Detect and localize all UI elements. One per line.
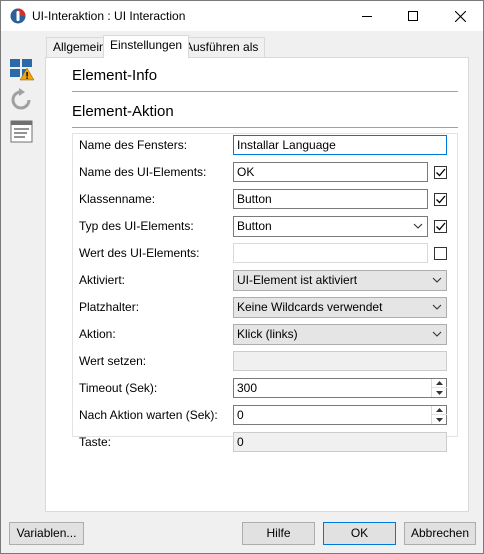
maximize-button[interactable] bbox=[390, 1, 436, 31]
variables-button[interactable]: Variablen... bbox=[9, 522, 84, 545]
tab-ausfuehren-als[interactable]: Ausführen als bbox=[178, 37, 266, 57]
ok-button[interactable]: OK bbox=[323, 522, 396, 545]
action-select[interactable]: Klick (links) bbox=[233, 324, 447, 345]
key-label: Taste: bbox=[79, 435, 112, 449]
minimize-icon bbox=[362, 16, 372, 17]
set-value-label: Wert setzen: bbox=[79, 354, 147, 368]
element-value-input[interactable] bbox=[233, 243, 428, 263]
placeholder-label: Platzhalter: bbox=[79, 300, 140, 314]
spin-down-button[interactable] bbox=[432, 415, 447, 424]
maximize-icon bbox=[408, 11, 418, 21]
settings-panel: Element-Info Element-Aktion Name des Fen… bbox=[45, 57, 469, 512]
action-label: Aktion: bbox=[79, 327, 116, 341]
window-name-label: Name des Fensters: bbox=[79, 138, 188, 152]
layout-warning-icon bbox=[10, 59, 35, 81]
wait-after-value: 0 bbox=[237, 408, 244, 422]
layout-warning-button[interactable] bbox=[9, 57, 35, 83]
chevron-down-icon bbox=[413, 223, 423, 229]
checkmark-icon bbox=[436, 222, 446, 231]
activated-label: Aktiviert: bbox=[79, 273, 126, 287]
wait-after-spinner[interactable]: 0 bbox=[233, 405, 447, 425]
title-bar: UI-Interaktion : UI Interaction bbox=[1, 1, 483, 31]
section-divider bbox=[72, 127, 458, 128]
key-input[interactable]: 0 bbox=[233, 432, 447, 452]
tab-label: Ausführen als bbox=[185, 40, 259, 54]
timeout-label: Timeout (Sek): bbox=[79, 381, 158, 395]
tab-label: Allgemein bbox=[53, 40, 106, 54]
element-value-label: Wert des UI-Elements: bbox=[79, 246, 200, 260]
element-type-label: Typ des UI-Elements: bbox=[79, 219, 194, 233]
chevron-down-icon bbox=[432, 304, 442, 310]
app-icon bbox=[10, 8, 26, 24]
list-view-icon bbox=[10, 120, 33, 143]
cancel-button[interactable]: Abbrechen bbox=[404, 522, 476, 545]
activated-value: UI-Element ist aktiviert bbox=[237, 273, 358, 287]
placeholder-select[interactable]: Keine Wildcards verwendet bbox=[233, 297, 447, 318]
element-type-select[interactable]: Button bbox=[233, 216, 428, 237]
element-value-checkbox[interactable] bbox=[434, 247, 447, 260]
set-value-input[interactable] bbox=[233, 351, 447, 371]
element-name-checkbox[interactable] bbox=[434, 166, 447, 179]
spin-up-icon bbox=[436, 381, 443, 385]
spinner-buttons bbox=[431, 406, 447, 424]
section-title-action: Element-Aktion bbox=[72, 103, 174, 120]
activated-select[interactable]: UI-Element ist aktiviert bbox=[233, 270, 447, 291]
spin-down-icon bbox=[436, 417, 443, 422]
section-divider bbox=[72, 91, 458, 92]
tab-einstellungen[interactable]: Einstellungen bbox=[103, 35, 190, 58]
checkmark-icon bbox=[436, 195, 446, 204]
checkmark-icon bbox=[436, 168, 446, 177]
dialog-window: UI-Interaktion : UI Interaction Allgemei… bbox=[0, 0, 484, 554]
spinner-buttons bbox=[431, 379, 447, 397]
window-title: UI-Interaktion : UI Interaction bbox=[32, 9, 186, 23]
class-name-input[interactable]: Button bbox=[233, 189, 428, 209]
close-button[interactable] bbox=[437, 1, 483, 31]
window-name-input[interactable]: Installar Language bbox=[233, 135, 447, 155]
wait-after-label: Nach Aktion warten (Sek): bbox=[79, 408, 218, 422]
class-name-label: Klassenname: bbox=[79, 192, 156, 206]
tab-label: Einstellungen bbox=[110, 38, 183, 52]
spin-down-button[interactable] bbox=[432, 388, 447, 397]
spin-up-button[interactable] bbox=[432, 406, 447, 415]
placeholder-value: Keine Wildcards verwendet bbox=[237, 300, 383, 314]
list-view-button[interactable] bbox=[9, 119, 35, 145]
chevron-down-icon bbox=[432, 331, 442, 337]
class-name-checkbox[interactable] bbox=[434, 193, 447, 206]
undo-button[interactable] bbox=[9, 87, 35, 113]
undo-icon bbox=[11, 88, 31, 110]
element-type-value: Button bbox=[237, 219, 272, 233]
element-name-input[interactable]: OK bbox=[233, 162, 428, 182]
element-name-label: Name des UI-Elements: bbox=[79, 165, 207, 179]
action-value: Klick (links) bbox=[237, 327, 298, 341]
help-button[interactable]: Hilfe bbox=[242, 522, 315, 545]
minimize-button[interactable] bbox=[344, 1, 390, 31]
spin-up-icon bbox=[436, 408, 443, 412]
close-icon bbox=[454, 10, 466, 22]
timeout-spinner[interactable]: 300 bbox=[233, 378, 447, 398]
spin-up-button[interactable] bbox=[432, 379, 447, 388]
chevron-down-icon bbox=[432, 277, 442, 283]
timeout-value: 300 bbox=[237, 381, 258, 395]
spin-down-icon bbox=[436, 390, 443, 395]
section-title-info: Element-Info bbox=[72, 67, 158, 84]
element-type-checkbox[interactable] bbox=[434, 220, 447, 233]
